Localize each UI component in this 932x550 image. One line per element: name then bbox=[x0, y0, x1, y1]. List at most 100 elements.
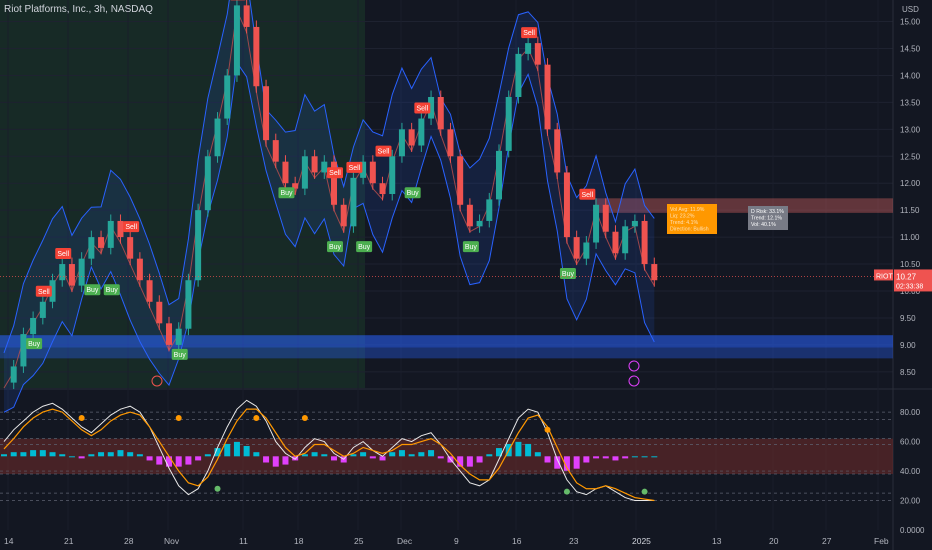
buy-signal-label: Buy bbox=[465, 244, 478, 251]
oscillator-histogram-bar bbox=[59, 454, 66, 457]
symbol-tag-label: RIOT bbox=[876, 273, 893, 280]
oscillator-histogram-bar bbox=[544, 456, 551, 463]
buy-signal-label: Buy bbox=[28, 341, 41, 348]
candle-body bbox=[195, 210, 202, 281]
oscillator-histogram-bar bbox=[418, 452, 425, 457]
candle-body bbox=[622, 226, 629, 254]
oscillator-histogram-bar bbox=[166, 456, 172, 467]
info-box-line: Direction: Bullish bbox=[670, 227, 709, 233]
candle-body bbox=[534, 43, 541, 65]
oscillator-marker-orange bbox=[301, 415, 308, 421]
candle-body bbox=[166, 323, 172, 345]
price-tick-label: 8.50 bbox=[900, 368, 916, 377]
oscillator-histogram-bar bbox=[253, 452, 260, 457]
price-tick-label: 14.00 bbox=[900, 71, 921, 80]
candle-body bbox=[10, 366, 17, 383]
time-tick-label: 11 bbox=[239, 536, 248, 546]
oscillator-histogram-bar bbox=[1, 454, 7, 457]
oscillator-histogram-bar bbox=[282, 456, 289, 465]
sell-signal-label: Sell bbox=[582, 192, 594, 199]
osc-tick-label: 80.00 bbox=[900, 408, 921, 417]
sell-signal-label: Sell bbox=[125, 224, 137, 231]
oscillator-histogram-bar bbox=[622, 456, 629, 459]
candle-body bbox=[301, 156, 308, 189]
time-tick-label: 18 bbox=[294, 536, 304, 546]
time-tick-label: 16 bbox=[512, 536, 522, 546]
candle-body bbox=[389, 156, 396, 194]
candle-body bbox=[437, 97, 444, 130]
candle-body bbox=[233, 5, 240, 76]
price-tick-label: 13.50 bbox=[900, 98, 921, 107]
price-chart[interactable]: 15.00 14.50 14.00 13.50 13.00 12.50 12.00 11.50… bbox=[0, 0, 932, 550]
oscillator-histogram-bar bbox=[612, 456, 619, 461]
osc-tick-label: 0.0000 bbox=[900, 526, 925, 535]
time-tick-label: Feb bbox=[874, 536, 889, 546]
candle-body bbox=[447, 129, 454, 157]
oscillator-histogram-bar bbox=[311, 452, 318, 457]
info-box-line: D Risk: 33.1% bbox=[751, 209, 784, 215]
candle-body bbox=[68, 264, 75, 286]
buy-signal-label: Buy bbox=[106, 287, 119, 294]
osc-tick-label: 40.00 bbox=[900, 467, 921, 476]
oscillator-histogram-bar bbox=[272, 456, 279, 467]
oscillator-marker-green bbox=[563, 488, 570, 495]
oscillator-histogram-bar bbox=[88, 454, 95, 457]
candle-body bbox=[253, 26, 260, 87]
oscillator-histogram-bar bbox=[369, 456, 376, 459]
oscillator-histogram-bar bbox=[398, 450, 405, 457]
candle-body bbox=[263, 86, 270, 141]
candle-body bbox=[185, 280, 192, 329]
time-tick-label: 2025 bbox=[632, 536, 651, 546]
price-tick-label: 15.00 bbox=[900, 18, 921, 27]
candle-body bbox=[583, 242, 590, 259]
candle-body bbox=[602, 204, 609, 232]
candle-body bbox=[78, 258, 85, 286]
price-tick-label: 13.00 bbox=[900, 125, 921, 134]
time-tick-label: Nov bbox=[164, 536, 180, 546]
symbol-title: Riot Platforms, Inc., 3h, NASDAQ bbox=[4, 4, 153, 15]
oscillator-marker-orange bbox=[544, 426, 551, 433]
oscillator-histogram-bar bbox=[146, 456, 153, 461]
oscillator-histogram-bar bbox=[49, 452, 56, 457]
oscillator-histogram-bar bbox=[185, 456, 192, 465]
oscillator-histogram-bar bbox=[389, 452, 396, 457]
oscillator-histogram-bar bbox=[437, 456, 444, 459]
buy-signal-label: Buy bbox=[329, 244, 342, 251]
oscillator-histogram-bar bbox=[651, 456, 658, 458]
sell-signal-label: Sell bbox=[523, 30, 535, 37]
candle-body bbox=[136, 258, 143, 281]
candle-body bbox=[631, 220, 638, 227]
oscillator-histogram-bar bbox=[408, 454, 415, 457]
candle-body bbox=[505, 97, 512, 151]
price-tick-label: 9.00 bbox=[900, 341, 916, 350]
buy-signal-label: Buy bbox=[174, 352, 187, 359]
oscillator-histogram-bar bbox=[525, 443, 532, 457]
price-tick-label: 12.00 bbox=[900, 179, 921, 188]
candle-body bbox=[59, 264, 66, 281]
price-tick-label: 9.50 bbox=[900, 314, 916, 323]
oscillator-histogram-bar bbox=[156, 456, 163, 465]
oscillator-histogram-bar bbox=[136, 454, 143, 457]
price-tick-label: 12.50 bbox=[900, 152, 921, 161]
candle-body bbox=[98, 237, 105, 248]
oscillator-histogram-bar bbox=[263, 456, 270, 463]
candle-body bbox=[408, 129, 415, 146]
candle-body bbox=[39, 301, 46, 318]
time-tick-label: 25 bbox=[354, 536, 364, 546]
candle-body bbox=[457, 156, 464, 205]
candle-body bbox=[369, 161, 376, 184]
oscillator-histogram-bar bbox=[428, 450, 435, 457]
candle-body bbox=[466, 204, 473, 227]
oscillator-histogram-bar bbox=[360, 452, 367, 457]
oscillator-histogram-bar bbox=[593, 456, 600, 459]
oscillator-marker-green bbox=[214, 485, 221, 492]
price-tick-label: 11.50 bbox=[900, 206, 920, 215]
sell-signal-label: Sell bbox=[57, 251, 69, 258]
info-box-line: Trend: 12.1% bbox=[751, 216, 782, 222]
osc-tick-label: 60.00 bbox=[900, 438, 921, 447]
candle-body bbox=[593, 204, 600, 243]
candle-body bbox=[573, 237, 580, 259]
buy-signal-label: Buy bbox=[280, 190, 293, 197]
oscillator-histogram-bar bbox=[98, 452, 105, 457]
candle-body bbox=[379, 183, 386, 194]
